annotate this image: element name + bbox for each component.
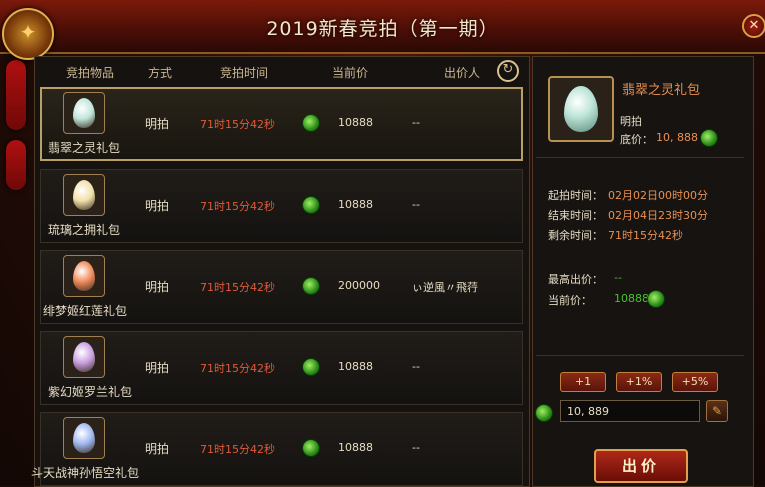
column-header-time: 竞拍时间 bbox=[220, 66, 269, 80]
detail-base-value: 10, 888 bbox=[656, 131, 698, 144]
remain-time-label: 剩余时间： bbox=[548, 229, 603, 242]
item-name: 斗天战神孙悟空礼包 bbox=[31, 466, 140, 480]
item-name: 翡翠之灵礼包 bbox=[48, 141, 121, 155]
divider bbox=[536, 355, 744, 356]
remaining-time: 71时15分42秒 bbox=[200, 118, 275, 131]
detail-item-name: 翡翠之灵礼包 bbox=[622, 83, 701, 98]
bid-amount-input[interactable] bbox=[560, 400, 700, 422]
column-header-bidder: 出价人 bbox=[444, 66, 481, 80]
current-price: 10888 bbox=[338, 116, 373, 129]
current-price: 10888 bbox=[338, 441, 373, 454]
current-price: 200000 bbox=[338, 279, 380, 292]
remaining-time: 71时15分42秒 bbox=[200, 281, 275, 294]
lantern-decoration bbox=[6, 140, 26, 190]
window-title: 2019新春竞拍（第一期） bbox=[266, 18, 499, 40]
coin-icon bbox=[647, 290, 665, 308]
coin-icon bbox=[302, 439, 320, 457]
bidder-name: -- bbox=[412, 198, 420, 211]
close-icon[interactable]: ✕ bbox=[742, 14, 765, 38]
start-time-value: 02月02日00时00分 bbox=[608, 189, 708, 202]
remaining-time: 71时15分42秒 bbox=[200, 200, 275, 213]
end-time-value: 02月04日23时30分 bbox=[608, 209, 708, 222]
bid-mode: 明拍 bbox=[145, 199, 170, 213]
current-price: 10888 bbox=[338, 360, 373, 373]
end-time-label: 结束时间： bbox=[548, 209, 603, 222]
increment-1-button[interactable]: +1 bbox=[560, 372, 606, 392]
gift-egg-icon bbox=[63, 92, 105, 134]
bidder-name: -- bbox=[412, 360, 420, 373]
current-price: 10888 bbox=[338, 198, 373, 211]
gift-egg-icon bbox=[63, 174, 105, 216]
clear-icon[interactable]: ✎ bbox=[706, 400, 728, 422]
item-name: 琉璃之拥礼包 bbox=[48, 223, 121, 237]
detail-item-icon bbox=[548, 76, 614, 142]
coin-icon bbox=[302, 358, 320, 376]
bidder-name: -- bbox=[412, 441, 420, 454]
lantern-decoration bbox=[6, 60, 26, 130]
bid-button[interactable]: 出价 bbox=[594, 449, 688, 483]
current-price-label: 当前价： bbox=[548, 294, 592, 307]
start-time-label: 起拍时间： bbox=[548, 189, 603, 202]
increment-5pct-button[interactable]: +5% bbox=[672, 372, 718, 392]
gift-egg-icon bbox=[63, 336, 105, 378]
remain-time-value: 71时15分42秒 bbox=[608, 229, 683, 242]
coin-icon bbox=[700, 129, 718, 147]
divider bbox=[536, 157, 744, 158]
increment-1pct-button[interactable]: +1% bbox=[616, 372, 662, 392]
remaining-time: 71时15分42秒 bbox=[200, 362, 275, 375]
detail-base-label: 底价： bbox=[620, 133, 653, 146]
highest-bid-value: -- bbox=[614, 271, 622, 284]
coin-icon bbox=[535, 404, 553, 422]
column-header-price: 当前价 bbox=[332, 66, 369, 80]
remaining-time: 71时15分42秒 bbox=[200, 443, 275, 456]
coin-icon bbox=[302, 196, 320, 214]
detail-mode: 明拍 bbox=[620, 115, 642, 128]
bid-mode: 明拍 bbox=[145, 280, 170, 294]
column-header-item: 竞拍物品 bbox=[66, 66, 115, 80]
item-name: 绯梦姬红莲礼包 bbox=[43, 304, 128, 318]
bid-mode: 明拍 bbox=[145, 361, 170, 375]
bid-mode: 明拍 bbox=[145, 117, 170, 131]
current-price-value: 10888 bbox=[614, 292, 649, 305]
column-header-mode: 方式 bbox=[148, 66, 173, 80]
highest-bid-label: 最高出价： bbox=[548, 273, 603, 286]
gift-egg-icon bbox=[63, 255, 105, 297]
refresh-icon[interactable]: ↻ bbox=[497, 60, 519, 82]
bidder-name: -- bbox=[412, 116, 420, 129]
coin-icon bbox=[302, 114, 320, 132]
coin-icon bbox=[302, 277, 320, 295]
item-name: 紫幻姬罗兰礼包 bbox=[48, 385, 133, 399]
gift-egg-icon bbox=[63, 417, 105, 459]
bidder-name: ぃ逆風〃飛荇 bbox=[412, 281, 478, 294]
bid-mode: 明拍 bbox=[145, 442, 170, 456]
